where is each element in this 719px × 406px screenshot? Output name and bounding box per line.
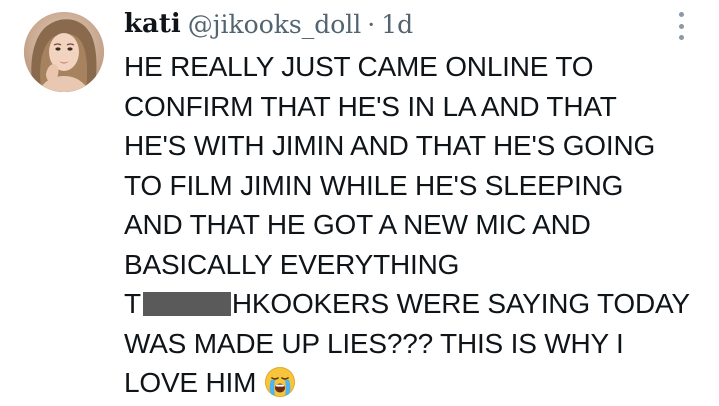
tweet-text-line: HE'S WITH JIMIN AND THAT HE'S GOING [124, 130, 656, 161]
tweet-text-line: HE REALLY JUST CAME ONLINE TO [124, 51, 594, 82]
tweet-text-line-last: LOVE HIM [124, 363, 704, 403]
tweet-text: HE REALLY JUST CAME ONLINE TO CONFIRM TH… [124, 47, 704, 403]
tweet[interactable]: kati @jikooks_doll · 1d HE REALLY JUST C… [0, 0, 719, 406]
display-name[interactable]: kati [124, 9, 181, 39]
redacted-prefix: T [124, 288, 141, 319]
more-dot [678, 23, 684, 29]
tweet-text-line: AND THAT HE GOT A NEW MIC AND [124, 209, 591, 240]
tweet-text-line: BASICALLY EVERYTHING [124, 248, 460, 280]
tweet-text-line-redacted: T HKOOKERS WERE SAYING TODAY [124, 284, 704, 324]
user-handle[interactable]: @jikooks_doll [188, 10, 362, 39]
tweet-text-line: TO FILM JIMIN WHILE HE'S SLEEPING [124, 169, 624, 201]
more-vertical-icon[interactable] [671, 10, 691, 42]
tweet-text-line: CONFIRM THAT HE'S IN LA AND THAT [124, 90, 617, 122]
tweet-text-line: LOVE HIM [124, 367, 257, 398]
more-dot [678, 35, 684, 40]
timestamp[interactable]: 1d [381, 10, 413, 39]
tweet-text-line: WAS MADE UP LIES??? THIS IS WHY I [124, 327, 624, 359]
tweet-header: kati @jikooks_doll · 1d [124, 6, 413, 42]
separator-dot: · [367, 9, 376, 39]
avatar-image [24, 12, 104, 92]
loudly-crying-face-emoji-icon [264, 366, 296, 398]
redacted-suffix: HKOOKERS WERE SAYING TODAY [231, 288, 690, 319]
avatar[interactable] [24, 12, 104, 92]
more-dot [678, 12, 684, 17]
redaction-block [142, 292, 231, 316]
